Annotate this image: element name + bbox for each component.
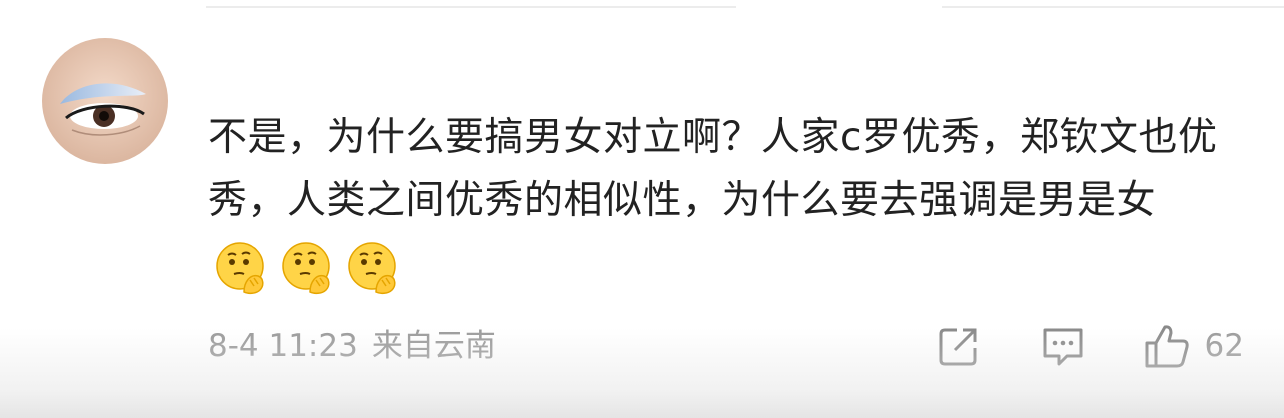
comment-icon (1043, 328, 1083, 366)
divider-left (206, 6, 736, 8)
avatar-image (42, 38, 168, 164)
comment-actions: 62 (937, 318, 1244, 374)
avatar[interactable] (42, 38, 168, 164)
like-count: 62 (1204, 328, 1244, 364)
comment-timestamp: 8-4 11:23 (208, 328, 358, 364)
comment-body: 不是，为什么要搞男女对立啊？人家c罗优秀，郑钦文也优秀，人类之间优秀的相似性，为… (208, 106, 1248, 297)
thinking-emoji-icon (214, 240, 270, 296)
like-button[interactable]: 62 (1143, 323, 1244, 369)
comment-meta: 8-4 11:23 来自云南 (208, 322, 496, 370)
thinking-emoji-icon (280, 240, 336, 296)
thinking-emoji-icon (346, 240, 402, 296)
emoji-group (214, 234, 412, 297)
thumbs-up-icon (1145, 325, 1189, 368)
comment-button[interactable] (1041, 324, 1085, 368)
share-button[interactable] (937, 324, 981, 368)
share-icon (939, 328, 977, 366)
divider-right (942, 6, 1284, 8)
comment-location: 来自云南 (371, 328, 496, 364)
comment-text: 不是，为什么要搞男女对立啊？人家c罗优秀，郑钦文也优秀，人类之间优秀的相似性，为… (208, 115, 1218, 223)
